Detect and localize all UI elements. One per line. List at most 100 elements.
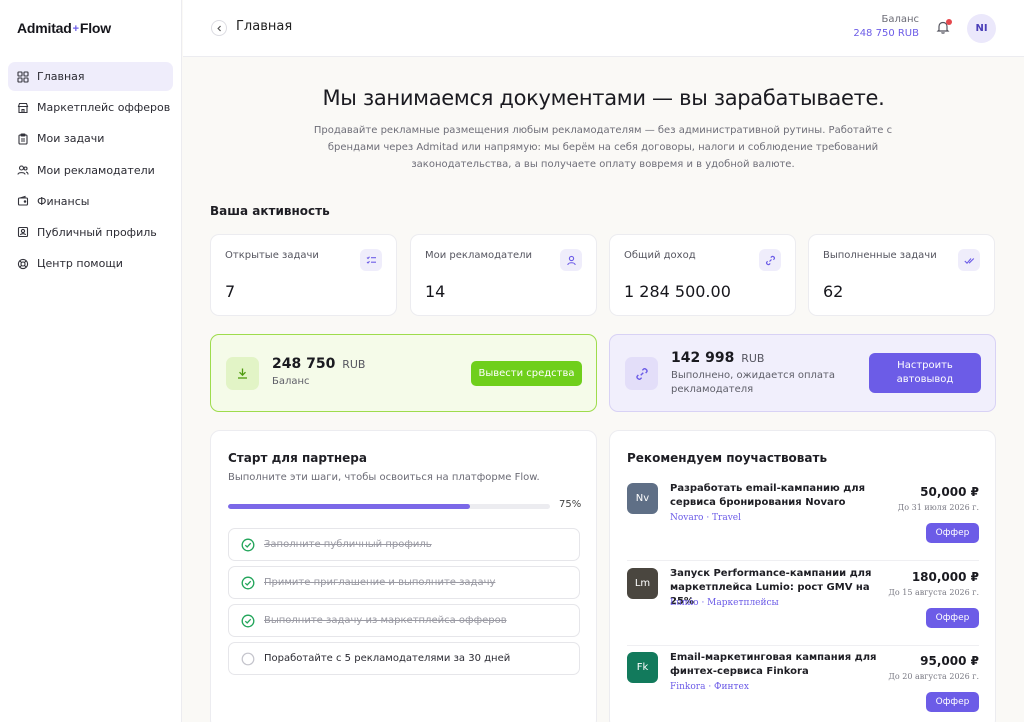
link-icon <box>625 357 658 390</box>
stat-label: Открытые задачи <box>225 250 319 261</box>
balance-amount: 248 750 RUB <box>272 356 365 372</box>
stat-card-open-tasks[interactable]: Открытые задачи 7 <box>210 234 397 316</box>
sidebar-item-label: Центр помощи <box>37 257 123 271</box>
brand-name-right: Flow <box>79 20 111 36</box>
stat-value: 1 284 500.00 <box>624 282 731 301</box>
users-icon <box>17 165 29 175</box>
offer-deadline: До 20 августа 2026 г. <box>888 672 979 681</box>
chevron-left-icon <box>216 25 221 31</box>
offer-item: Nv Разработать email-кампанию для сервис… <box>627 477 979 561</box>
setup-autowithdraw-label: Настроить автовывод <box>896 360 954 385</box>
back-button[interactable] <box>211 20 227 36</box>
sidebar-item-label: Мои задачи <box>37 132 105 146</box>
setup-autowithdraw-button[interactable]: Настроить автовывод <box>869 353 981 393</box>
hero-title: Мы занимаемся документами — вы зарабатыв… <box>322 86 885 110</box>
sidebar-item-home[interactable]: Главная <box>8 62 173 91</box>
onboarding-title: Старт для партнера <box>228 451 367 465</box>
pending-label: Выполнено, ожидается оплата рекламодател… <box>671 370 835 395</box>
user-icon <box>560 249 582 271</box>
offer-button[interactable]: Оффер <box>926 523 979 543</box>
offer-deadline: До 31 июля 2026 г. <box>897 503 979 512</box>
sidebar-item-tasks[interactable]: Мои задачи <box>8 124 173 153</box>
sidebar-item-public-profile[interactable]: Публичный профиль <box>8 218 173 247</box>
stat-value: 14 <box>425 282 446 301</box>
offer-logo: Nv <box>627 483 658 514</box>
avatar[interactable]: NI <box>967 14 996 43</box>
notification-dot <box>946 19 952 25</box>
check-circle-icon <box>241 538 255 551</box>
header-balance-value: 248 750 RUB <box>853 28 919 39</box>
sidebar-item-marketplace[interactable]: Маркетплейс офферов <box>8 93 173 122</box>
balance-panel: 248 750 RUB Баланс Вывести средства <box>210 334 597 412</box>
page-title: Главная <box>236 19 293 34</box>
offer-button[interactable]: Оффер <box>926 692 979 712</box>
double-check-icon <box>958 249 980 271</box>
stat-card-advertisers[interactable]: Мои рекламодатели 14 <box>410 234 597 316</box>
offer-price: 95,000 ₽ <box>920 654 979 668</box>
offer-price: 50,000 ₽ <box>920 485 979 499</box>
hero-subtitle: Продавайте рекламные размещения любым ре… <box>313 125 893 170</box>
sidebar-item-label: Главная <box>37 70 85 83</box>
offer-meta: Lumio · Маркетплейсы <box>670 598 779 608</box>
onboarding-card: Старт для партнера Выполните эти шаги, ч… <box>210 430 597 722</box>
top-bar: Главная Баланс 248 750 RUB NI <box>183 0 1024 57</box>
stat-card-completed-tasks[interactable]: Выполненные задачи 62 <box>808 234 995 316</box>
stat-label: Мои рекламодатели <box>425 250 533 261</box>
sidebar-item-label: Мои рекламодатели <box>37 163 155 177</box>
onboarding-step-text: Выполните задачу из маркетплейса офферов <box>264 615 507 626</box>
empty-circle-icon <box>241 652 255 665</box>
download-icon <box>226 357 259 390</box>
onboarding-step-text: Заполните публичный профиль <box>264 539 432 550</box>
onboarding-progress-label: 75% <box>559 499 582 510</box>
onboarding-subtitle: Выполните эти шаги, чтобы освоиться на п… <box>228 472 540 483</box>
pending-amount-value: 142 998 <box>671 350 735 366</box>
onboarding-step[interactable]: Выполните задачу из маркетплейса офферов <box>228 604 580 637</box>
offer-logo: Lm <box>627 568 658 599</box>
sidebar-nav: Главная Маркетплейс офферов Мои задачи М… <box>8 62 173 280</box>
pending-currency: RUB <box>741 352 765 365</box>
offer-button[interactable]: Оффер <box>926 608 979 628</box>
sidebar-item-help[interactable]: Центр помощи <box>8 249 173 278</box>
offer-title[interactable]: Email-маркетинговая кампания для финтех-… <box>670 651 885 679</box>
onboarding-step[interactable]: Поработайте с 5 рекламодателями за 30 дн… <box>228 642 580 675</box>
offer-item: Fk Email-маркетинговая кампания для финт… <box>627 646 979 722</box>
offer-price: 180,000 ₽ <box>911 570 979 584</box>
offer-item: Lm Запуск Performance-кампании для марке… <box>627 562 979 646</box>
store-icon <box>17 102 29 113</box>
offer-meta: Finkora · Финтех <box>670 682 749 692</box>
sidebar-item-label: Публичный профиль <box>37 225 157 239</box>
stat-label: Общий доход <box>624 250 696 261</box>
header-balance-label: Баланс <box>881 14 919 25</box>
grid-icon <box>17 70 29 83</box>
offer-title[interactable]: Разработать email-кампанию для сервиса б… <box>670 482 885 510</box>
recommended-title: Рекомендуем поучаствовать <box>627 451 828 465</box>
sidebar-item-finance[interactable]: Финансы <box>8 187 173 216</box>
sidebar-item-label: Маркетплейс офферов <box>37 101 171 115</box>
link-icon <box>759 249 781 271</box>
withdraw-button[interactable]: Вывести средства <box>471 361 582 386</box>
onboarding-step[interactable]: Примите приглашение и выполните задачу <box>228 566 580 599</box>
sidebar: Admitad+Flow Главная Маркетплейс офферов… <box>0 0 182 722</box>
balance-amount-value: 248 750 <box>272 356 336 372</box>
tasks-icon <box>360 249 382 271</box>
stat-card-total-income[interactable]: Общий доход 1 284 500.00 <box>609 234 796 316</box>
onboarding-progress-bar <box>228 504 550 509</box>
offer-meta: Novaro · Travel <box>670 513 742 523</box>
onboarding-step[interactable]: Заполните публичный профиль <box>228 528 580 561</box>
pending-amount: 142 998 RUB <box>671 350 764 366</box>
check-circle-icon <box>241 614 255 627</box>
balance-currency: RUB <box>342 358 366 371</box>
stat-value: 7 <box>225 282 236 301</box>
sidebar-item-advertisers[interactable]: Мои рекламодатели <box>8 156 173 185</box>
recommended-card: Рекомендуем поучаствовать Nv Разработать… <box>609 430 996 722</box>
brand-separator: + <box>72 23 79 35</box>
lifebuoy-icon <box>17 258 29 269</box>
brand-logo[interactable]: Admitad+Flow <box>17 20 111 36</box>
pending-panel: 142 998 RUB Выполнено, ожидается оплата … <box>609 334 996 412</box>
onboarding-step-text: Примите приглашение и выполните задачу <box>264 577 496 588</box>
clipboard-icon <box>18 133 28 145</box>
offer-logo: Fk <box>627 652 658 683</box>
onboarding-progress-fill <box>228 504 470 509</box>
onboarding-step-text: Поработайте с 5 рекламодателями за 30 дн… <box>264 653 511 664</box>
stat-label: Выполненные задачи <box>823 250 937 261</box>
